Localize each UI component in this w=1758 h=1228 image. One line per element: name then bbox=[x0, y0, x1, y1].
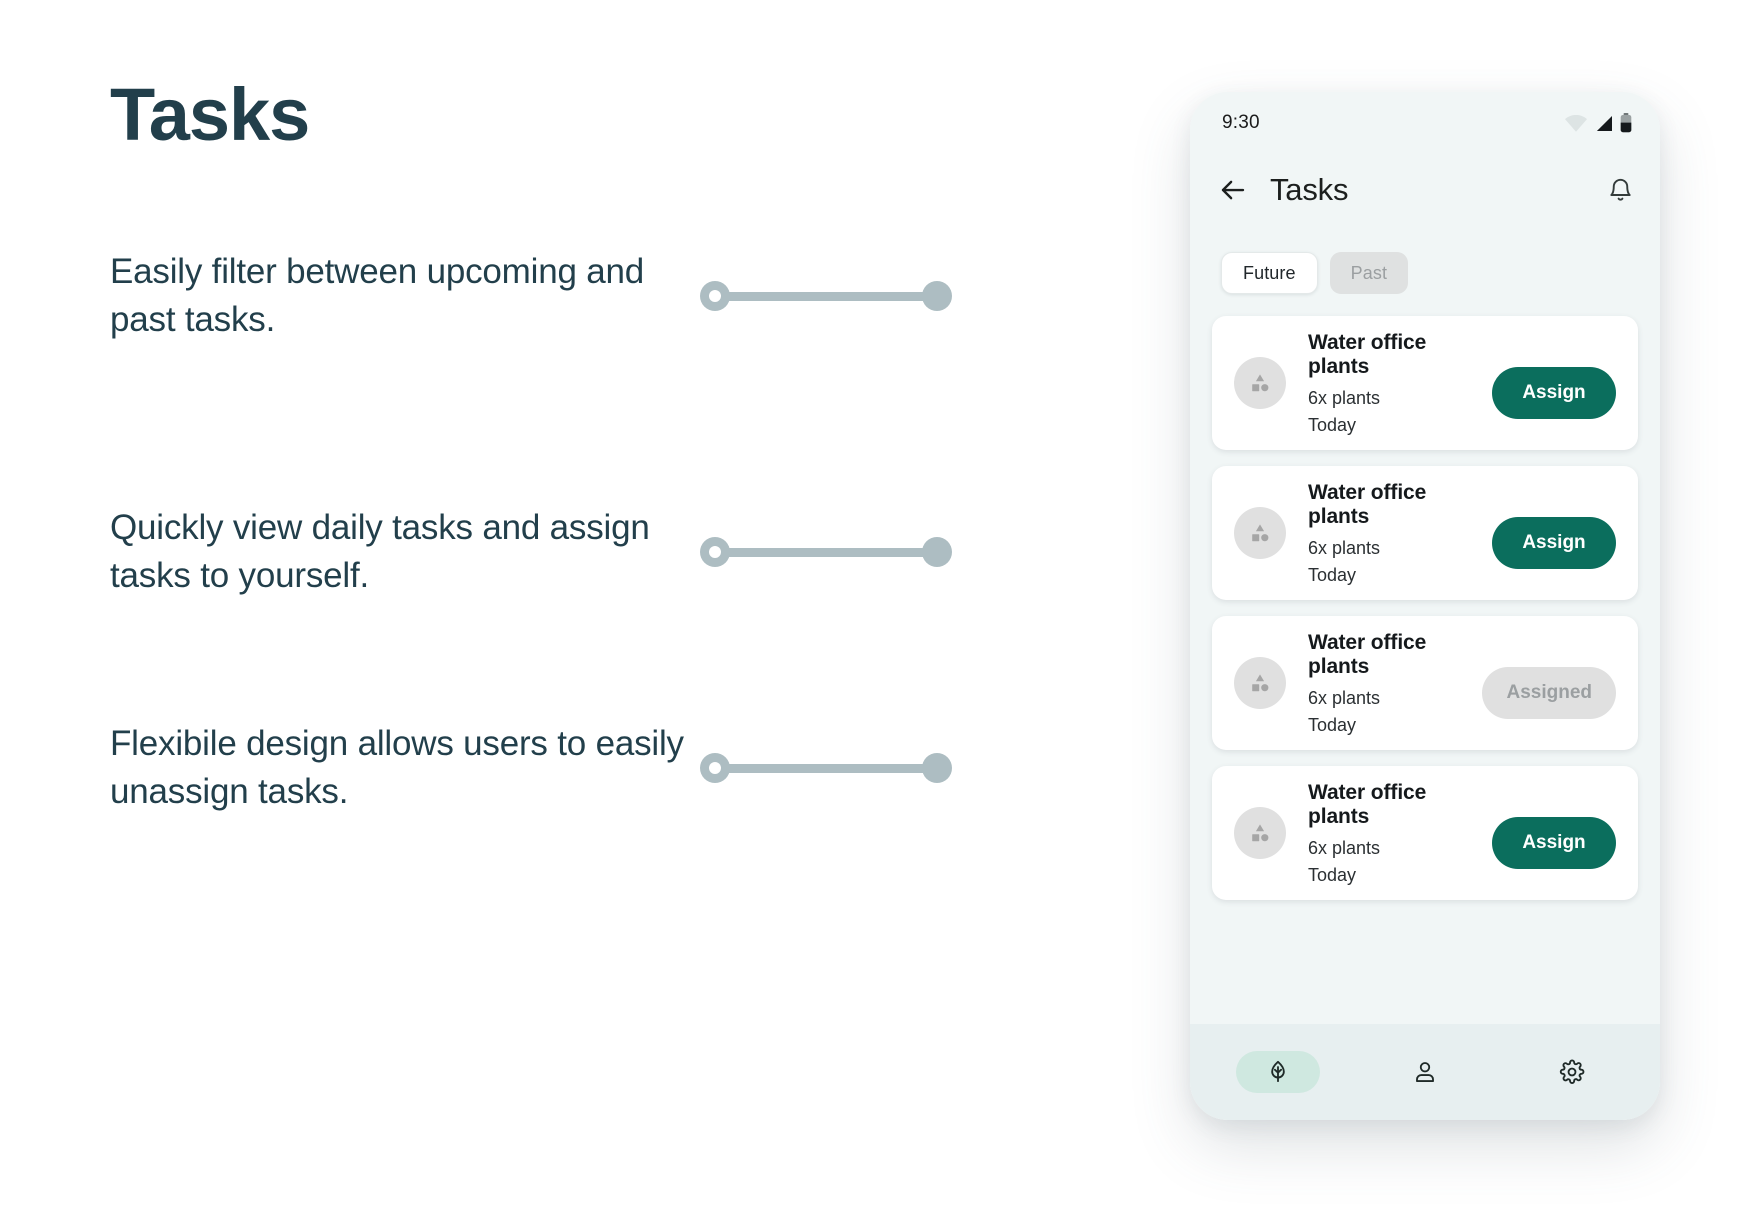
feature-text-1: Easily filter between upcoming and past … bbox=[110, 252, 645, 340]
task-title: Water office plants bbox=[1308, 630, 1427, 678]
battery-icon bbox=[1620, 113, 1632, 133]
connector-end-dot-icon bbox=[922, 281, 952, 312]
shapes-avatar-icon bbox=[1234, 807, 1286, 859]
gear-icon bbox=[1559, 1059, 1585, 1085]
task-info: Water office plants 6x plants Today bbox=[1308, 781, 1492, 886]
content-pane: Tasks Easily filter between upcoming and… bbox=[0, 0, 1100, 1228]
filter-chip-future[interactable]: Future bbox=[1221, 252, 1318, 294]
task-info: Water office plants 6x plants Today bbox=[1308, 481, 1492, 586]
feature-row-2: Quickly view daily tasks and assign task… bbox=[110, 504, 1060, 601]
assign-button[interactable]: Assign bbox=[1492, 517, 1616, 569]
connector-bar bbox=[710, 292, 942, 302]
person-icon bbox=[1412, 1059, 1438, 1085]
task-list: Water office plants 6x plants Today Assign W… bbox=[1212, 316, 1638, 900]
nav-item-profile[interactable] bbox=[1383, 1051, 1467, 1093]
feature-row-3: Flexibile design allows users to easily … bbox=[110, 720, 1060, 817]
task-due: Today bbox=[1308, 864, 1357, 885]
filter-chip-row: Future Past bbox=[1212, 252, 1638, 294]
connector-start-dot-icon bbox=[700, 753, 730, 784]
status-time: 9:30 bbox=[1222, 112, 1260, 133]
connector-start-dot-icon bbox=[700, 281, 730, 312]
shapes-avatar-icon bbox=[1234, 357, 1286, 409]
wifi-icon bbox=[1565, 114, 1587, 132]
task-due: Today bbox=[1308, 714, 1357, 735]
status-icons bbox=[1565, 113, 1632, 133]
assign-button[interactable]: Assign bbox=[1492, 817, 1616, 869]
feature-text-2: Quickly view daily tasks and assign task… bbox=[110, 508, 650, 596]
task-subtitle: 6x plants bbox=[1308, 837, 1381, 858]
page-title: Tasks bbox=[110, 73, 310, 156]
phone-screen: 9:30 Tasks Future Past Water office plan… bbox=[1190, 92, 1660, 1120]
shapes-avatar-icon bbox=[1234, 507, 1286, 559]
connector-start-dot-icon bbox=[700, 537, 730, 568]
connector-bar bbox=[710, 764, 942, 774]
assign-button[interactable]: Assign bbox=[1492, 367, 1616, 419]
connector-line-1 bbox=[700, 281, 952, 312]
app-bar: Tasks bbox=[1190, 154, 1660, 226]
connector-line-2 bbox=[700, 537, 952, 568]
leaf-icon bbox=[1265, 1059, 1291, 1085]
task-subtitle: 6x plants bbox=[1308, 387, 1381, 408]
nav-item-settings[interactable] bbox=[1530, 1051, 1614, 1093]
assigned-button: Assigned bbox=[1482, 667, 1616, 719]
task-due: Today bbox=[1308, 564, 1357, 585]
task-title: Water office plants bbox=[1308, 780, 1427, 828]
feature-text-3: Flexibile design allows users to easily … bbox=[110, 724, 684, 812]
task-card[interactable]: Water office plants 6x plants Today Assign bbox=[1212, 466, 1638, 600]
bottom-navigation bbox=[1190, 1024, 1660, 1120]
task-card[interactable]: Water office plants 6x plants Today Assigne… bbox=[1212, 616, 1638, 750]
phone-mockup: 9:30 Tasks Future Past Water office plan… bbox=[1190, 92, 1660, 1120]
task-card[interactable]: Water office plants 6x plants Today Assign bbox=[1212, 316, 1638, 450]
task-subtitle: 6x plants bbox=[1308, 537, 1381, 558]
shapes-avatar-icon bbox=[1234, 657, 1286, 709]
cell-signal-icon bbox=[1594, 115, 1613, 132]
task-info: Water office plants 6x plants Today bbox=[1308, 631, 1482, 736]
task-card[interactable]: Water office plants 6x plants Today Assign bbox=[1212, 766, 1638, 900]
slide-root: Tasks Easily filter between upcoming and… bbox=[0, 0, 1758, 1228]
task-title: Water office plants bbox=[1308, 330, 1427, 378]
task-info: Water office plants 6x plants Today bbox=[1308, 331, 1492, 436]
connector-end-dot-icon bbox=[922, 537, 952, 568]
task-subtitle: 6x plants bbox=[1308, 687, 1381, 708]
nav-item-plants[interactable] bbox=[1235, 1051, 1320, 1093]
task-title: Water office plants bbox=[1308, 480, 1427, 528]
filter-chip-past[interactable]: Past bbox=[1329, 252, 1409, 294]
notification-bell-icon[interactable] bbox=[1607, 177, 1634, 204]
app-bar-title: Tasks bbox=[1270, 172, 1349, 207]
task-due: Today bbox=[1308, 414, 1357, 435]
connector-end-dot-icon bbox=[922, 753, 952, 784]
task-list-area: Future Past Water office plants 6x plants… bbox=[1190, 226, 1660, 1024]
connector-line-3 bbox=[700, 753, 952, 784]
status-bar: 9:30 bbox=[1190, 92, 1660, 154]
connector-bar bbox=[710, 548, 942, 558]
feature-row-1: Easily filter between upcoming and past … bbox=[110, 248, 1060, 345]
arrow-left-icon[interactable] bbox=[1218, 175, 1248, 205]
